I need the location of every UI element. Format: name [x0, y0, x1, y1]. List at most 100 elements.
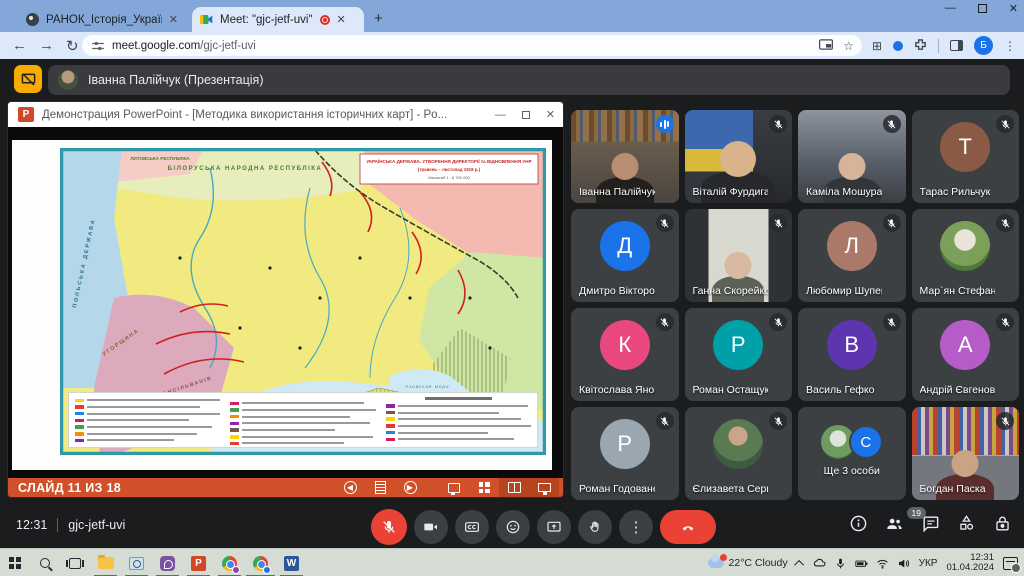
host-controls-icon[interactable]: [993, 514, 1012, 538]
browser-tab-2[interactable]: Meet: "gjc-jetf-uvi" ✕: [192, 7, 364, 32]
participant-name: Дмитро Вікторов...: [579, 285, 655, 297]
participant-tile[interactable]: Д Дмитро Вікторов...: [571, 209, 679, 302]
participant-count-badge: 19: [907, 507, 926, 519]
presentation-muted-icon[interactable]: [14, 65, 42, 93]
bookmark-star-icon[interactable]: ☆: [843, 39, 854, 53]
weather-icon: [708, 558, 724, 568]
tab-search-icon[interactable]: ⊞: [872, 39, 882, 53]
taskbar-powerpoint-icon[interactable]: P: [183, 549, 214, 576]
volume-icon[interactable]: [897, 557, 910, 570]
end-call-button[interactable]: [660, 510, 716, 544]
avatar: Д: [600, 221, 650, 271]
previous-slide-button[interactable]: ◀: [335, 478, 365, 497]
tab1-close-icon[interactable]: ✕: [169, 13, 178, 26]
taskbar-chrome-profile1-icon[interactable]: [214, 549, 245, 576]
participant-tile[interactable]: СЩе 3 особи: [798, 407, 906, 500]
battery-icon[interactable]: [855, 557, 868, 570]
see-all-slides-button[interactable]: [469, 478, 499, 497]
side-panel-icon[interactable]: [950, 40, 963, 51]
participant-tile[interactable]: ВВасиль Гефко: [798, 308, 906, 401]
window-maximize-button[interactable]: [978, 4, 987, 13]
avatar: Т: [940, 122, 990, 172]
taskbar-date: 01.04.2024: [946, 563, 994, 574]
reload-icon[interactable]: ↻: [66, 37, 79, 55]
mic-off-icon: [769, 412, 787, 430]
window-close-button[interactable]: ✕: [1009, 2, 1018, 15]
comment-button[interactable]: [439, 478, 469, 497]
taskbar-word-icon[interactable]: W: [276, 549, 307, 576]
map-legend: [68, 392, 538, 448]
task-view-icon[interactable]: [60, 549, 90, 576]
url-text: meet.google.com/gjc-jetf-uvi: [112, 40, 256, 52]
tab2-close-icon[interactable]: ✕: [337, 13, 346, 26]
participant-tile[interactable]: ККвітослава Янов...: [571, 308, 679, 401]
taskbar-weather[interactable]: 22°C Cloudy: [708, 557, 788, 569]
picture-in-picture-icon[interactable]: [819, 39, 833, 50]
taskbar-viber-icon[interactable]: [152, 549, 183, 576]
ppt-minimize-button[interactable]: —: [495, 109, 506, 121]
presenter-banner[interactable]: Іванна Палійчук (Презентація): [48, 65, 1010, 95]
raise-hand-button[interactable]: [578, 510, 612, 544]
participant-tile[interactable]: РРоман Остащук: [685, 308, 793, 401]
extensions-puzzle-icon[interactable]: [914, 39, 927, 52]
avatar: К: [600, 320, 650, 370]
reading-view-button[interactable]: [499, 478, 529, 497]
participant-tile[interactable]: Богдан Паска: [912, 407, 1020, 500]
ppt-maximize-button[interactable]: [522, 111, 530, 119]
taskbar-explorer-icon[interactable]: [90, 549, 121, 576]
taskbar-chrome-profile2-icon[interactable]: [245, 549, 276, 576]
start-button[interactable]: [0, 549, 30, 576]
participant-tile[interactable]: Єлизавета Сергії...: [685, 407, 793, 500]
window-minimize-button[interactable]: —: [945, 2, 956, 15]
site-settings-icon[interactable]: [92, 41, 104, 51]
onedrive-icon[interactable]: [813, 557, 826, 570]
profile-avatar[interactable]: Б: [974, 36, 993, 55]
new-tab-button[interactable]: +: [374, 10, 383, 27]
reactions-button[interactable]: [496, 510, 530, 544]
wifi-icon[interactable]: [876, 557, 889, 570]
meeting-time: 12:31: [16, 518, 47, 532]
taskbar-clock[interactable]: 12:31 01.04.2024: [946, 553, 994, 574]
people-panel-icon[interactable]: [885, 514, 904, 538]
windows-taskbar: P W 22°C Cloudy УКР 12:31 01.04.2024: [0, 548, 1024, 576]
browser-menu-icon[interactable]: ⋮: [1004, 39, 1016, 53]
next-slide-button[interactable]: ▶: [395, 478, 425, 497]
captions-button[interactable]: [455, 510, 489, 544]
slide-notes-button[interactable]: [365, 478, 395, 497]
camera-button[interactable]: [414, 510, 448, 544]
taskbar-magnifier-app-icon[interactable]: [121, 549, 152, 576]
taskbar-search-icon[interactable]: [30, 549, 60, 576]
avatar: С: [849, 425, 883, 459]
participant-tile[interactable]: РРоман Годованець: [571, 407, 679, 500]
browser-tab-1[interactable]: РАНОК_Історія_України_11_к... ✕: [18, 7, 186, 32]
language-indicator[interactable]: УКР: [919, 558, 938, 569]
display-settings-button[interactable]: [529, 478, 559, 497]
powerpoint-title: Демонстрация PowerPoint - [Методика вико…: [42, 109, 447, 121]
action-center-icon[interactable]: [1003, 557, 1018, 570]
participant-tile[interactable]: ААндрій Євгенови...: [912, 308, 1020, 401]
shared-powerpoint-window[interactable]: P Демонстрация PowerPoint - [Методика ви…: [8, 102, 563, 497]
address-bar[interactable]: meet.google.com/gjc-jetf-uvi ☆: [82, 35, 862, 56]
activities-icon[interactable]: [957, 514, 976, 538]
forward-icon[interactable]: →: [39, 37, 54, 54]
legend-column: [75, 397, 220, 443]
participant-tile[interactable]: Іванна Палійчук: [571, 110, 679, 203]
back-icon[interactable]: ←: [12, 37, 27, 54]
ppt-close-button[interactable]: ✕: [546, 108, 555, 121]
tray-chevron-icon[interactable]: [794, 559, 804, 569]
meeting-details-icon[interactable]: [849, 514, 868, 538]
extension-badge-icon[interactable]: [893, 41, 903, 51]
participant-tile[interactable]: Ганна Скорейко: [685, 209, 793, 302]
participant-tile[interactable]: Віталій Фурдига: [685, 110, 793, 203]
tray-mic-icon[interactable]: [834, 557, 847, 570]
participant-tile[interactable]: Каміла Мошура: [798, 110, 906, 203]
group-avatars: С: [821, 425, 883, 459]
browser-tab-strip: РАНОК_Історія_України_11_к... ✕ Meet: "g…: [0, 0, 1024, 32]
weather-text: 22°C Cloudy: [729, 557, 788, 569]
present-button[interactable]: [537, 510, 571, 544]
participant-tile[interactable]: ЛЛюбомир Шупен...: [798, 209, 906, 302]
participant-tile[interactable]: ТТарас Рильчук: [912, 110, 1020, 203]
more-options-button[interactable]: ⋮: [619, 510, 653, 544]
participant-tile[interactable]: Мар`ян Стефани...: [912, 209, 1020, 302]
mic-button[interactable]: [371, 509, 407, 545]
